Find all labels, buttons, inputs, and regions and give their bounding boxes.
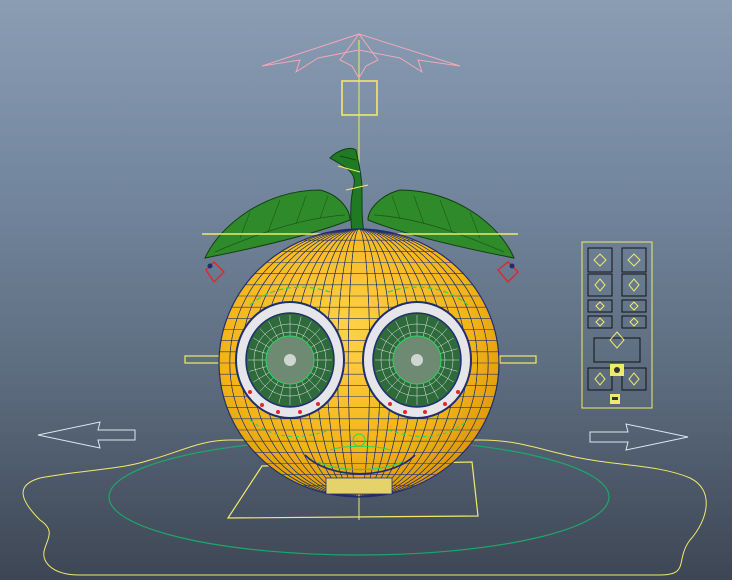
facial-picker-panel[interactable] — [581, 241, 653, 409]
picker-button[interactable] — [587, 247, 613, 273]
left-ear-control[interactable] — [205, 261, 225, 284]
picker-button[interactable] — [621, 247, 647, 273]
scene-canvas[interactable] — [0, 0, 732, 580]
orange-character-mesh[interactable] — [218, 228, 500, 498]
picker-button[interactable] — [587, 273, 613, 297]
right-eye — [362, 301, 472, 419]
picker-bottom-icon[interactable] — [610, 394, 620, 404]
right-move-arrow[interactable] — [589, 423, 689, 451]
top-star-control[interactable] — [261, 33, 461, 79]
picker-button[interactable] — [587, 315, 613, 329]
picker-button[interactable] — [587, 367, 613, 391]
picker-mouth-button[interactable] — [593, 331, 641, 363]
maya-viewport[interactable] — [0, 0, 732, 580]
left-eye — [235, 301, 345, 419]
side-handle-right[interactable] — [499, 355, 537, 364]
side-handle-left[interactable] — [184, 355, 222, 364]
picker-button[interactable] — [587, 299, 613, 313]
picker-button[interactable] — [621, 315, 647, 329]
picker-button[interactable] — [621, 299, 647, 313]
picker-button[interactable] — [621, 367, 647, 391]
picker-button[interactable] — [621, 273, 647, 297]
picker-center-icon[interactable] — [610, 364, 624, 376]
right-ear-control[interactable] — [497, 261, 519, 284]
left-move-arrow[interactable] — [37, 421, 136, 449]
